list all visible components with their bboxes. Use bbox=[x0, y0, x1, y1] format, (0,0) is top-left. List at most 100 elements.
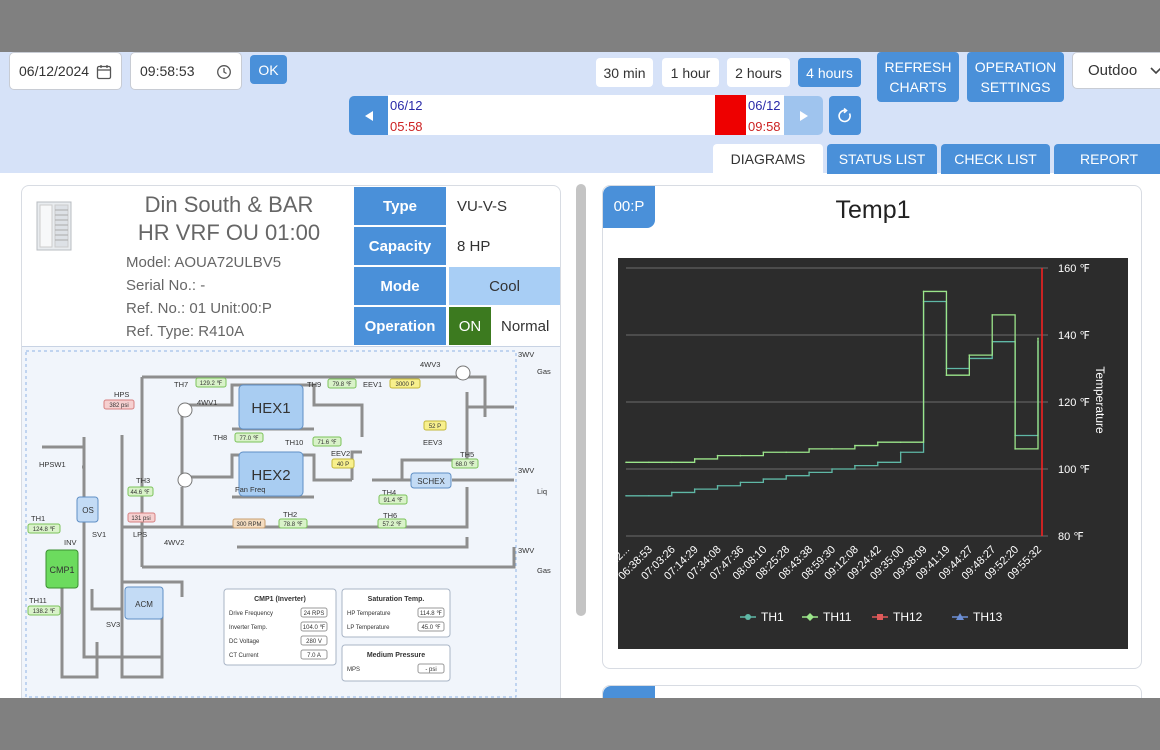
hex2-label: HEX2 bbox=[251, 467, 290, 484]
chart-point-th1-6 bbox=[762, 478, 765, 480]
legend-item-th13[interactable]: TH13 bbox=[952, 610, 1003, 624]
chart-point-th11-14 bbox=[945, 374, 948, 376]
tab-check-list[interactable]: CHECK LIST bbox=[941, 144, 1050, 174]
liq-label: Liq bbox=[537, 487, 547, 496]
capacity-value: 8 HP bbox=[457, 237, 491, 255]
legend-item-th1[interactable]: TH1 bbox=[740, 610, 784, 624]
chevron-down-icon bbox=[1150, 67, 1160, 75]
sv3-label: SV3 bbox=[106, 620, 120, 629]
chart-badge-2[interactable] bbox=[603, 686, 655, 698]
wv3-bot-label: 3WV bbox=[518, 546, 534, 555]
th8-value: 77.0 ℉ bbox=[239, 436, 258, 442]
date-field[interactable]: 06/12/2024 bbox=[9, 52, 122, 90]
chart-point-th11-7 bbox=[785, 451, 788, 454]
model-text: Model: AOUA72ULBV5 bbox=[126, 254, 282, 271]
wv3-mid-label: 3WV bbox=[518, 466, 534, 475]
tab-report[interactable]: REPORT bbox=[1054, 144, 1160, 174]
cmp-row-label-1: Inverter Temp. bbox=[229, 625, 268, 631]
chart-point-th11-8 bbox=[808, 448, 810, 450]
chart-point-th11-0 bbox=[625, 461, 627, 464]
chart-point-th11-11 bbox=[876, 441, 879, 443]
range-30min-button[interactable]: 30 min bbox=[596, 58, 653, 87]
chart-point-th11-4 bbox=[716, 454, 719, 457]
panel-scrollbar[interactable] bbox=[576, 184, 586, 616]
legend-item-th11[interactable]: TH11 bbox=[802, 610, 852, 624]
lps-label: LPS bbox=[133, 530, 147, 539]
chart-panel-2 bbox=[602, 685, 1142, 698]
legend-item-th12[interactable]: TH12 bbox=[872, 610, 923, 624]
type-label: Type bbox=[354, 187, 446, 225]
refresh-charts-button[interactable]: REFRESH CHARTS bbox=[877, 52, 959, 102]
mode-value: Cool bbox=[449, 267, 560, 305]
range-2hours-button[interactable]: 2 hours bbox=[727, 58, 790, 87]
refresh-label-line1: REFRESH bbox=[884, 59, 952, 75]
refresh-label-line2: CHARTS bbox=[889, 79, 947, 95]
operation-label: Operation bbox=[354, 307, 446, 345]
operation-on-badge: ON bbox=[449, 307, 491, 345]
timeline-start-date: 06/12 bbox=[390, 98, 423, 113]
ref-type-text: Ref. Type: R410A bbox=[126, 323, 245, 340]
sat-row-value-0: 114.8 ℉ bbox=[420, 611, 442, 617]
timeline-next-button[interactable] bbox=[784, 96, 823, 135]
mp-row-label-0: MPS bbox=[347, 667, 360, 673]
chart-svg: 160 ℉140 ℉120 ℉100 ℉80 ℉ 06:2...06:38:53… bbox=[603, 263, 1107, 624]
th10-label: TH10 bbox=[285, 438, 303, 447]
legend-marker-square bbox=[877, 614, 883, 620]
timeline-prev-button[interactable] bbox=[349, 96, 388, 135]
th10-value: 71.6 ℉ bbox=[317, 440, 336, 446]
mp-row-value-0: - psi bbox=[425, 667, 436, 673]
cmp1-label: CMP1 bbox=[49, 565, 74, 575]
chart-point-th11-1 bbox=[648, 461, 650, 464]
chart-point-th11-16 bbox=[991, 314, 994, 316]
th3-label: TH3 bbox=[136, 476, 150, 485]
th5-value: 68.0 ℉ bbox=[455, 462, 474, 468]
legend-marker-diamond bbox=[806, 613, 814, 621]
th7-value: 129.2 ℉ bbox=[200, 381, 223, 387]
chart-point-th1-7 bbox=[785, 474, 788, 477]
range-1hour-button[interactable]: 1 hour bbox=[662, 58, 719, 87]
lps-value: 131 psi bbox=[131, 516, 150, 522]
saturation-info-box: Saturation Temp. HP Temperature 114.8 ℉ LP… bbox=[341, 588, 451, 638]
cmp-row-value-3: 7.0 A bbox=[307, 653, 321, 659]
eev3-value: 52 P bbox=[429, 424, 441, 430]
timeline-end-date: 06/12 bbox=[748, 98, 781, 113]
range-4hours-button[interactable]: 4 hours bbox=[798, 58, 861, 87]
chart-point-th1-5 bbox=[739, 481, 742, 484]
sv1-label: SV1 bbox=[92, 530, 106, 539]
clock-icon[interactable] bbox=[216, 64, 232, 80]
chart-title: Temp1 bbox=[835, 196, 911, 224]
cmp-row-label-3: CT Current bbox=[229, 653, 259, 659]
cmp-row-value-0: 24 RPS bbox=[304, 611, 325, 617]
chart-point-th11-5 bbox=[739, 454, 742, 457]
chart-point-th1-2 bbox=[670, 491, 673, 494]
tab-diagrams[interactable]: DIAGRAMS bbox=[713, 144, 823, 174]
th3-value: 44.6 ℉ bbox=[130, 490, 149, 496]
chart-point-th11-10 bbox=[854, 444, 856, 447]
wv4-3-label: 4WV3 bbox=[420, 360, 440, 369]
th2-label: TH2 bbox=[283, 510, 297, 519]
th2-value: 78.8 ℉ bbox=[283, 522, 302, 528]
time-field[interactable]: 09:58:53 bbox=[130, 52, 242, 90]
unit-select-value: Outdoo bbox=[1088, 62, 1138, 79]
timeline-start-time: 05:58 bbox=[390, 119, 423, 134]
timeline-bar[interactable]: 06/12 05:58 06/12 09:58 bbox=[388, 95, 784, 135]
ref-no-text: Ref. No.: 01 Unit:00:P bbox=[126, 300, 272, 317]
hps-value: 382 psi bbox=[109, 403, 128, 409]
unit-select[interactable]: Outdoo bbox=[1072, 52, 1160, 89]
th4-value: 91.4 ℉ bbox=[383, 498, 402, 504]
legend-label-th11: TH11 bbox=[823, 610, 852, 624]
chart-ytick-0: 160 ℉ bbox=[1058, 263, 1090, 275]
ok-button[interactable]: OK bbox=[250, 55, 287, 84]
unit-info-panel: Din South & BAR HR VRF OU 01:00 Model: A… bbox=[21, 185, 561, 698]
cmp-row-label-0: Drive Frequency bbox=[229, 611, 273, 617]
time-value: 09:58:53 bbox=[140, 63, 195, 79]
timeline-marker[interactable] bbox=[715, 95, 746, 135]
reset-button[interactable] bbox=[829, 96, 861, 135]
operation-settings-button[interactable]: OPERATION SETTINGS bbox=[967, 52, 1064, 102]
tab-status-list[interactable]: STATUS LIST bbox=[827, 144, 937, 174]
date-value: 06/12/2024 bbox=[19, 63, 90, 79]
acm-label: ACM bbox=[135, 600, 153, 609]
eev1-value: 3000 P bbox=[395, 382, 414, 388]
calendar-icon[interactable] bbox=[96, 64, 112, 80]
sat-row-value-1: 45.0 ℉ bbox=[421, 625, 440, 631]
